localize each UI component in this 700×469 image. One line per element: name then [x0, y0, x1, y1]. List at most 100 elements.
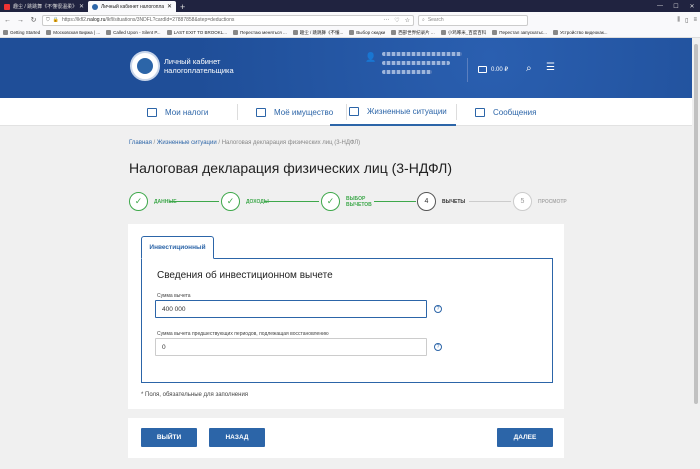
redacted-user-name: [382, 52, 463, 56]
tab-close-icon[interactable]: ✕: [167, 3, 172, 10]
redacted-user-id: [382, 70, 433, 74]
tab-investment[interactable]: Инвестиционный: [141, 236, 214, 259]
help-icon[interactable]: ?: [434, 343, 442, 351]
tab-close-icon[interactable]: ✕: [79, 3, 84, 10]
redacted-user-name: [382, 61, 451, 65]
bookmark-favicon-icon: [391, 30, 397, 35]
header-menu-icon[interactable]: ☰: [546, 62, 555, 73]
calculator-icon: [147, 107, 157, 117]
step-review: 5 ПРОСМОТР: [513, 192, 567, 211]
lock-icon: 🔒: [52, 17, 59, 23]
maximize-icon[interactable]: ☐: [668, 0, 684, 12]
youtube-favicon-icon: [4, 3, 10, 10]
bookmark-favicon-icon: [552, 30, 558, 35]
bookmark-favicon-icon: [349, 30, 355, 35]
step-label: ПРОСМОТР: [538, 198, 567, 205]
menu-icon[interactable]: ≡: [693, 17, 697, 24]
step-deduction-choice[interactable]: ✓ ВЫБОР ВЫЧЕТОВ: [321, 192, 372, 211]
bookmark-favicon-icon: [440, 30, 446, 35]
page-actions-icon[interactable]: ···: [383, 17, 389, 24]
prior-deduction-input[interactable]: 0: [155, 338, 427, 356]
bookmark-item[interactable]: LAST EXIT TO BROOKL...: [166, 30, 227, 35]
checkmark-icon: ✓: [129, 192, 148, 211]
bookmark-item[interactable]: Выбор скидки: [349, 30, 385, 35]
bookmark-item[interactable]: Getting Started: [3, 30, 40, 35]
section-nav: Мои налоги Моё имущество Жизненные ситуа…: [0, 98, 700, 126]
nav-my-taxes[interactable]: Мои налоги: [128, 98, 236, 126]
nav-my-property[interactable]: Моё имущество: [237, 98, 345, 126]
bookmark-favicon-icon: [3, 30, 8, 35]
browser-tab[interactable]: 趣尘 / 跳跳舞《不懂很温柔》 ✕: [0, 1, 88, 12]
scrollbar-thumb[interactable]: [694, 44, 698, 404]
forward-arrow-icon[interactable]: →: [16, 17, 25, 24]
step-number: 4: [417, 192, 436, 211]
minimize-icon[interactable]: —: [652, 0, 668, 12]
back-arrow-icon[interactable]: ←: [3, 17, 12, 24]
exit-button[interactable]: ВЫЙТИ: [141, 428, 197, 447]
step-income[interactable]: ✓ ДОХОДЫ: [221, 192, 269, 211]
next-button[interactable]: ДАЛЕЕ: [497, 428, 553, 447]
browser-tab-title: Личный кабинет налогоплательщика: [101, 3, 164, 10]
step-connector: [469, 201, 511, 202]
new-tab-icon[interactable]: +: [176, 2, 189, 12]
bookmark-favicon-icon: [233, 30, 238, 35]
pocket-icon[interactable]: ♡: [394, 17, 399, 24]
back-button[interactable]: НАЗАД: [209, 428, 265, 447]
list-icon: [349, 106, 359, 116]
library-icon[interactable]: ⫼: [677, 17, 680, 24]
nav-messages[interactable]: Сообщения: [456, 98, 564, 126]
reload-icon[interactable]: ↻: [29, 16, 38, 24]
search-box[interactable]: ⌕ Search: [418, 14, 528, 26]
eagle-icon: [137, 58, 153, 74]
nav-life-situations[interactable]: Жизненные ситуации: [330, 98, 456, 126]
user-info[interactable]: 👤: [365, 52, 463, 74]
address-bar[interactable]: ⛉ 🔒 https://lkfl2.nalog.ru/lkfl/situatio…: [42, 14, 414, 26]
balance-value: 0.00 ₽: [491, 67, 509, 73]
deduction-amount-input[interactable]: 400 000: [155, 300, 427, 318]
bookmark-item[interactable]: 趣尘 / 跳跳舞《不懂...: [292, 30, 343, 36]
bookmark-star-icon[interactable]: ☆: [405, 17, 410, 24]
breadcrumb-home-link[interactable]: Главная: [129, 140, 152, 146]
fns-favicon-icon: [92, 3, 98, 10]
progress-stepper: ✓ ДАННЫЕ ✓ ДОХОДЫ ✓ ВЫБОР ВЫЧЕТОВ 4 ВЫЧЕТ…: [129, 192, 569, 214]
fns-emblem-logo[interactable]: [130, 51, 160, 81]
browser-tab-title: 趣尘 / 跳跳舞《不懂很温柔》: [13, 4, 76, 10]
bookmark-item[interactable]: 小鸡啄米_百度百科: [440, 30, 486, 36]
window-close-icon[interactable]: ✕: [684, 0, 700, 12]
sidebar-icon[interactable]: ▯: [685, 17, 688, 24]
bookmark-item[interactable]: Called Upon - Silent P...: [106, 30, 161, 35]
step-label: ДОХОДЫ: [246, 198, 269, 205]
brand-title[interactable]: Личный кабинет налогоплательщика: [164, 57, 234, 75]
bookmark-item[interactable]: 西部世界纪录片 ...: [391, 30, 435, 36]
help-icon[interactable]: ?: [434, 305, 442, 313]
bookmark-favicon-icon: [46, 30, 52, 35]
bookmark-favicon-icon: [492, 30, 498, 35]
bookmark-item[interactable]: Перестаю меняться ...: [233, 30, 287, 35]
nav-label: Жизненные ситуации: [367, 106, 447, 116]
bookmark-item[interactable]: Устройство видеокак...: [552, 30, 608, 35]
nav-label: Мои налоги: [165, 107, 209, 117]
browser-tab-active[interactable]: Личный кабинет налогоплательщика ✕: [88, 1, 176, 12]
balance-widget[interactable]: 0.00 ₽: [478, 66, 508, 73]
nav-label: Моё имущество: [274, 107, 334, 117]
bookmark-favicon-icon: [166, 30, 172, 35]
bookmark-item[interactable]: Перестал запускатьс...: [492, 30, 547, 35]
step-label: ВЫБОР ВЫЧЕТОВ: [346, 195, 372, 208]
window-controls: — ☐ ✕: [652, 0, 700, 12]
url-text: https://lkfl2.nalog.ru/lkfl/situations/3…: [62, 17, 235, 23]
prior-deduction-label: Сумма вычета предшествующих периодов, по…: [157, 331, 329, 337]
step-connector: [374, 201, 416, 202]
header-search-icon[interactable]: ⌕: [526, 63, 532, 74]
step-connector: [264, 201, 319, 202]
bookmark-item[interactable]: Московская Биржа | ...: [46, 30, 100, 35]
deduction-amount-label: Сумма вычета: [157, 293, 191, 299]
envelope-icon: [475, 107, 485, 117]
user-icon: 👤: [365, 52, 377, 62]
search-placeholder: Search: [427, 17, 444, 23]
header-divider: [467, 58, 468, 82]
wallet-icon: [478, 66, 487, 73]
step-data[interactable]: ✓ ДАННЫЕ: [129, 192, 177, 211]
section-title: Сведения об инвестиционном вычете: [157, 270, 333, 281]
breadcrumb: Главная / Жизненные ситуации / Налоговая…: [129, 140, 361, 146]
breadcrumb-situations-link[interactable]: Жизненные ситуации: [157, 140, 217, 146]
